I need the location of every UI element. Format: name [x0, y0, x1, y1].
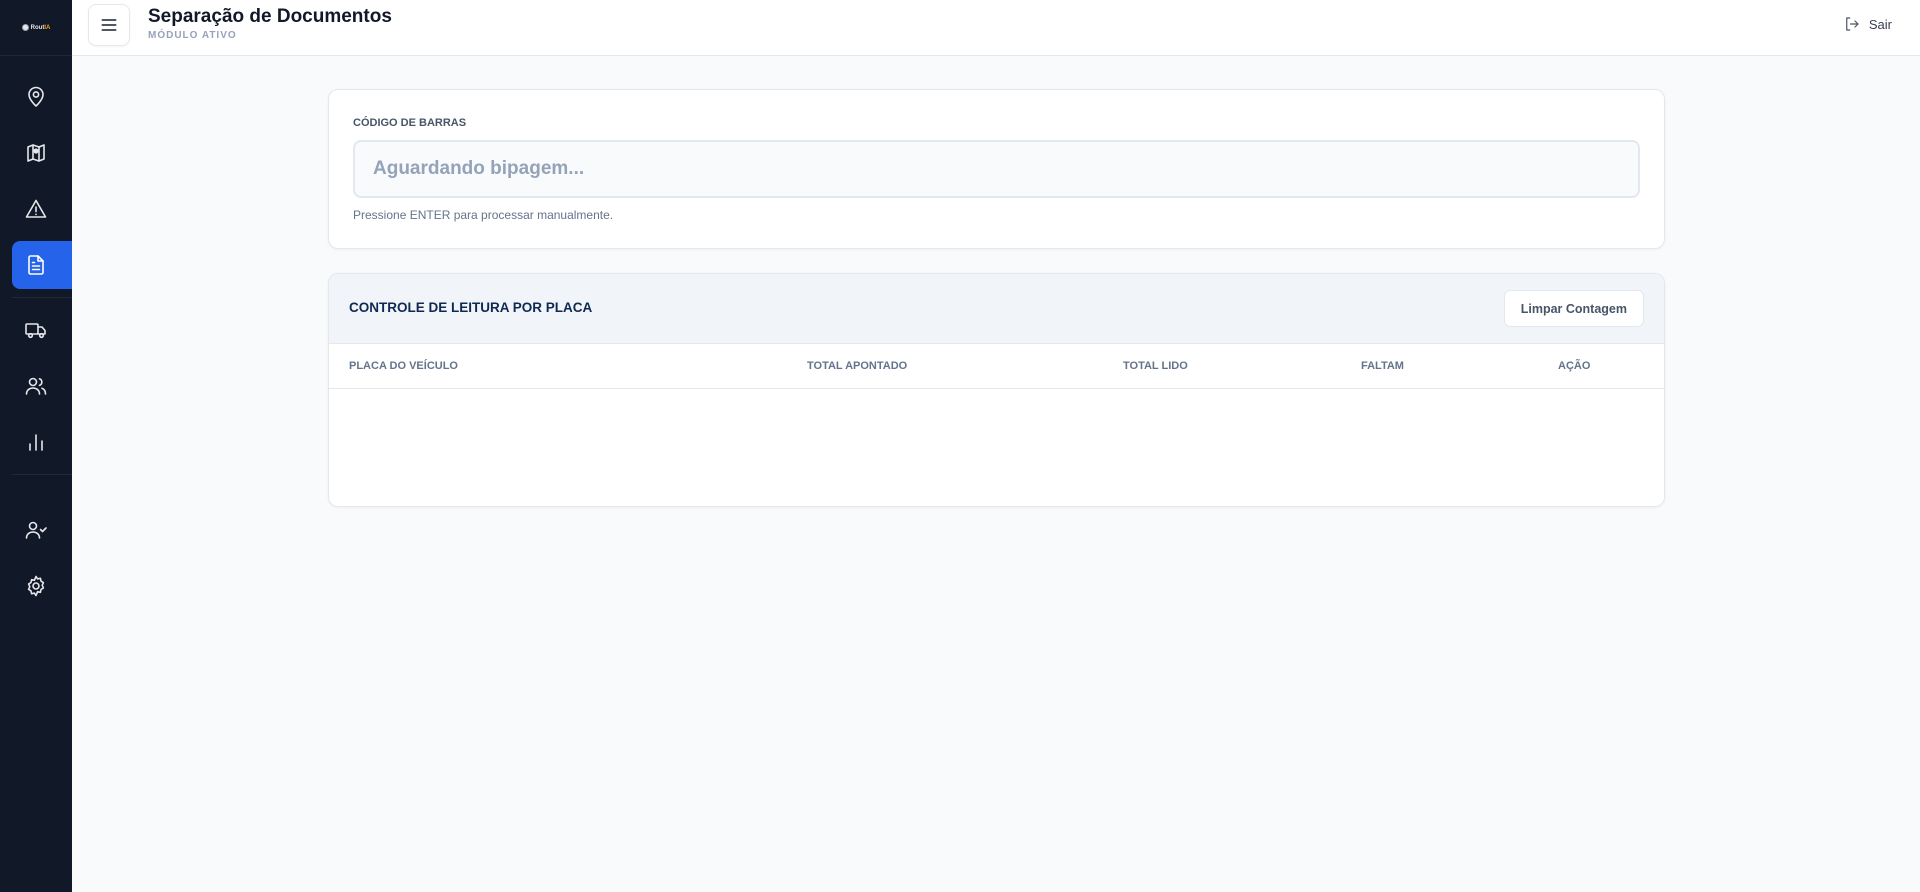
logo-globe-icon	[21, 24, 29, 31]
sidebar-item-alerts[interactable]	[12, 185, 72, 233]
bar-chart-icon	[29, 434, 43, 451]
logout-icon	[1846, 17, 1859, 31]
barcode-hint: Pressione ENTER para processar manualmen…	[353, 208, 614, 222]
map-icon	[27, 144, 45, 162]
table-column-headers: PLACA DO VEÍCULO TOTAL APONTADO TOTAL LI…	[329, 344, 1664, 389]
brand-logo[interactable]: RoutIA	[0, 0, 72, 56]
column-header-plate: PLACA DO VEÍCULO	[349, 360, 458, 372]
sidebar-item-team[interactable]	[12, 362, 72, 410]
sidebar: RoutIA	[0, 0, 72, 892]
user-check-icon	[25, 521, 47, 539]
page-title: Separação de Documentos	[148, 6, 392, 27]
column-header-action: AÇÃO	[1558, 360, 1591, 372]
sidebar-item-locations[interactable]	[12, 73, 72, 121]
logout-button[interactable]: Sair	[1843, 15, 1892, 33]
logo-text-main: Rout	[30, 24, 45, 31]
column-header-missing: FALTAM	[1361, 360, 1404, 372]
logo-text-accent: IA	[44, 24, 51, 31]
top-bar: Separação de Documentos MÓDULO ATIVO Sai…	[72, 0, 1920, 56]
page-subtitle: MÓDULO ATIVO	[148, 30, 237, 41]
plate-reading-table-card: CONTROLE DE LEITURA POR PLACA Limpar Con…	[328, 273, 1665, 507]
sidebar-item-reports[interactable]	[12, 418, 72, 466]
table-card-header: CONTROLE DE LEITURA POR PLACA Limpar Con…	[329, 274, 1664, 344]
truck-icon	[25, 323, 46, 339]
logout-label: Sair	[1868, 16, 1892, 32]
sidebar-divider	[12, 297, 72, 298]
column-header-total-pointed: TOTAL APONTADO	[807, 360, 908, 372]
sidebar-item-documents[interactable]	[12, 241, 72, 289]
barcode-input[interactable]	[353, 140, 1640, 198]
clear-count-button[interactable]: Limpar Contagem	[1503, 290, 1644, 327]
barcode-scan-card: CÓDIGO DE BARRAS Pressione ENTER para pr…	[328, 89, 1665, 249]
column-header-total-read: TOTAL LIDO	[1123, 360, 1188, 372]
file-text-icon	[28, 255, 44, 275]
sidebar-item-map[interactable]	[12, 129, 72, 177]
hamburger-icon	[101, 19, 117, 31]
alert-triangle-icon	[25, 199, 47, 218]
sidebar-item-user-access[interactable]	[12, 506, 72, 554]
users-icon	[25, 377, 47, 395]
menu-toggle-button[interactable]	[88, 4, 130, 46]
table-title: CONTROLE DE LEITURA POR PLACA	[349, 300, 593, 315]
sidebar-item-settings[interactable]	[12, 562, 72, 610]
map-pin-icon	[28, 86, 44, 107]
barcode-label: CÓDIGO DE BARRAS	[353, 117, 467, 129]
table-body	[329, 390, 1664, 506]
sidebar-item-fleet[interactable]	[12, 306, 72, 354]
logo-mark: RoutIA	[21, 24, 51, 31]
sidebar-divider	[12, 474, 72, 475]
settings-icon	[27, 575, 45, 597]
